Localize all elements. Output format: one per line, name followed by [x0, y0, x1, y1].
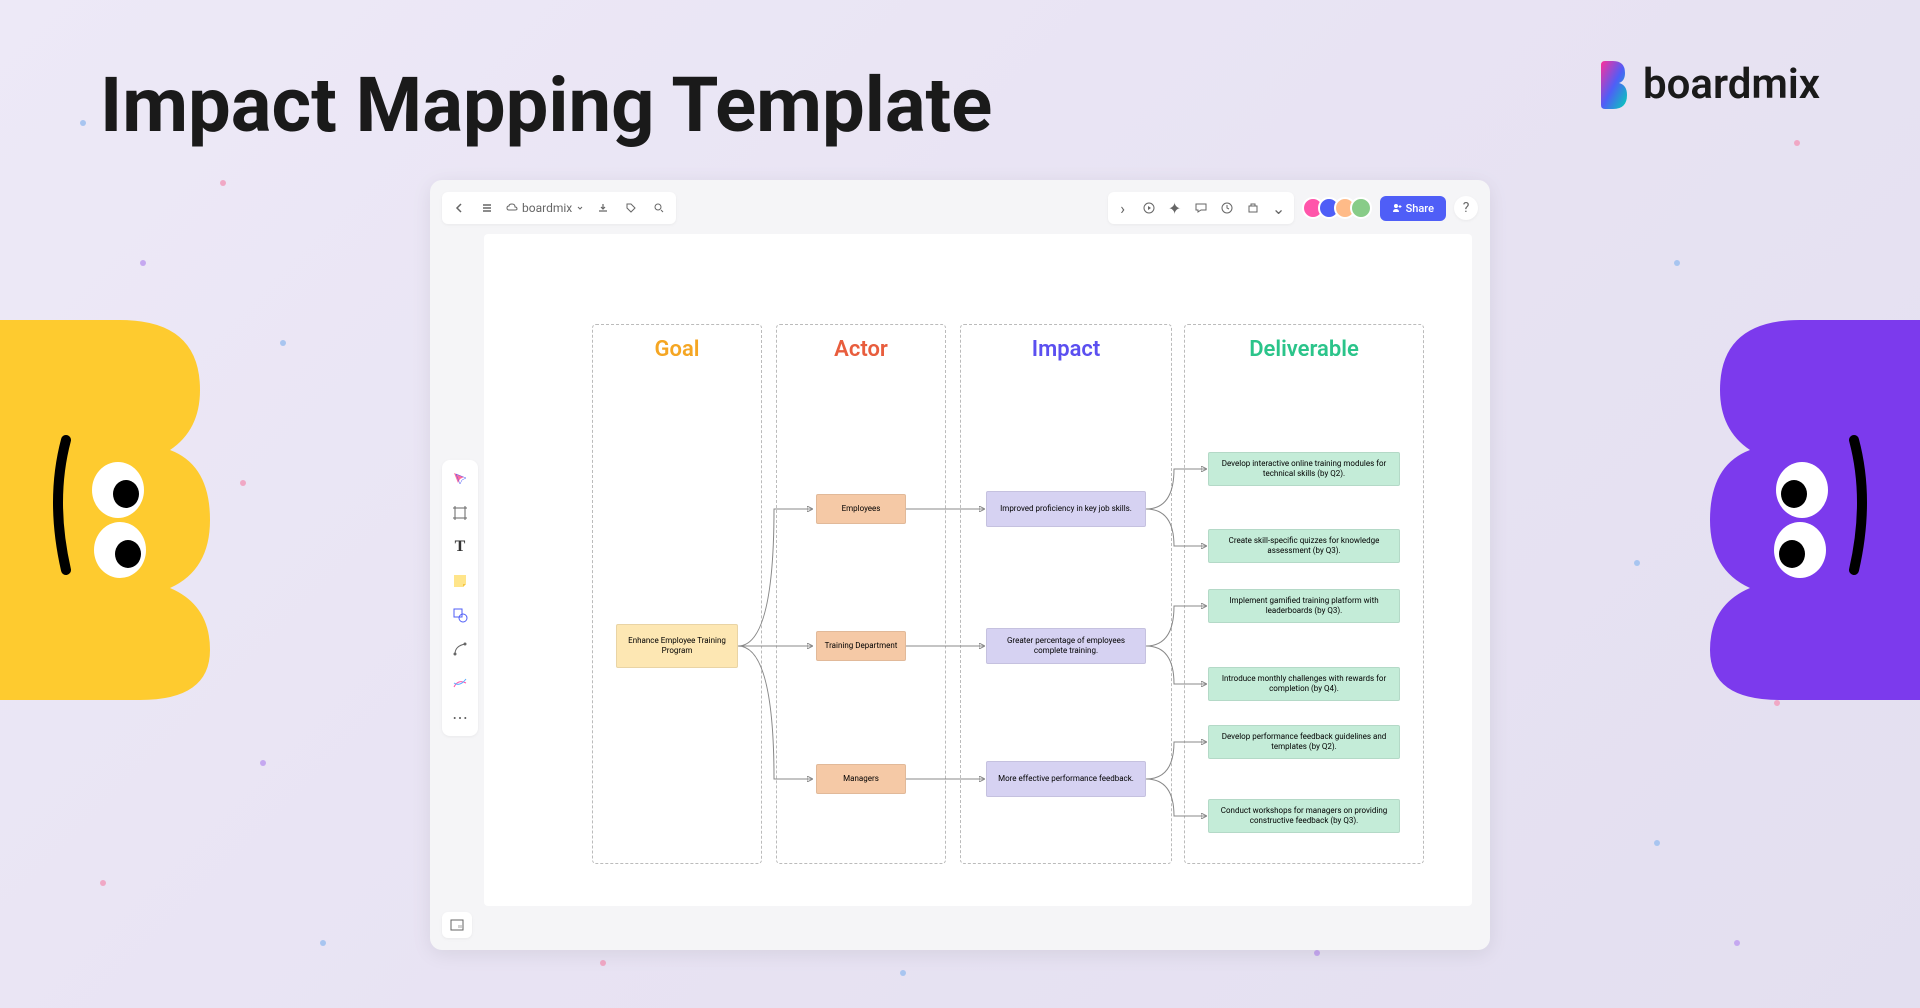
chevron-down-icon[interactable]: ⌄: [1270, 199, 1288, 217]
column-deliverable-title: Deliverable: [1185, 337, 1423, 362]
expand-icon[interactable]: ›: [1114, 199, 1132, 217]
brand-name: boardmix: [1643, 60, 1820, 109]
node-deliverable[interactable]: Introduce monthly challenges with reward…: [1208, 667, 1400, 701]
brand-logo-icon: [1591, 61, 1631, 109]
frame-tool[interactable]: [449, 502, 471, 524]
back-button[interactable]: [450, 199, 468, 217]
brand: boardmix: [1591, 60, 1820, 109]
node-goal[interactable]: Enhance Employee Training Program: [616, 624, 738, 668]
node-actor[interactable]: Training Department: [816, 631, 906, 661]
page-title: Impact Mapping Template: [100, 60, 992, 150]
toolbar-left: T ⋯: [442, 460, 478, 736]
mascot-left-icon: [0, 320, 260, 704]
share-button[interactable]: Share: [1380, 196, 1446, 221]
node-impact[interactable]: More effective performance feedback.: [986, 761, 1146, 797]
search-button[interactable]: [650, 199, 668, 217]
more-tools[interactable]: ⋯: [449, 706, 471, 728]
pen-tool[interactable]: [449, 672, 471, 694]
mascot-right-icon: [1660, 320, 1920, 704]
play-icon[interactable]: [1140, 199, 1158, 217]
template-icon[interactable]: [1244, 199, 1262, 217]
app-window: boardmix › ✦ ⌄ Share ? T: [430, 180, 1490, 950]
node-actor[interactable]: Employees: [816, 494, 906, 524]
help-button[interactable]: ?: [1454, 196, 1478, 220]
text-tool[interactable]: T: [449, 536, 471, 558]
node-deliverable[interactable]: Implement gamified training platform wit…: [1208, 589, 1400, 623]
node-deliverable[interactable]: Develop performance feedback guidelines …: [1208, 725, 1400, 759]
column-goal-title: Goal: [593, 337, 761, 362]
node-impact[interactable]: Improved proficiency in key job skills.: [986, 491, 1146, 527]
collaborator-avatars[interactable]: [1302, 197, 1372, 219]
cloud-icon: [506, 202, 518, 214]
sparkle-icon[interactable]: ✦: [1166, 199, 1184, 217]
file-name[interactable]: boardmix: [506, 201, 584, 215]
column-goal: Goal: [592, 324, 762, 864]
chevron-down-icon: [576, 204, 584, 212]
node-deliverable[interactable]: Develop interactive online training modu…: [1208, 452, 1400, 486]
select-tool[interactable]: [449, 468, 471, 490]
column-impact-title: Impact: [961, 337, 1171, 362]
person-plus-icon: [1392, 203, 1402, 213]
menu-button[interactable]: [478, 199, 496, 217]
sticky-note-tool[interactable]: [449, 570, 471, 592]
minimap-button[interactable]: [442, 912, 472, 938]
toolbar-top: boardmix: [442, 192, 676, 224]
node-actor[interactable]: Managers: [816, 764, 906, 794]
column-actor-title: Actor: [777, 337, 945, 362]
node-impact[interactable]: Greater percentage of employees complete…: [986, 628, 1146, 664]
shape-tool[interactable]: [449, 604, 471, 626]
node-deliverable[interactable]: Conduct workshops for managers on provid…: [1208, 799, 1400, 833]
download-button[interactable]: [594, 199, 612, 217]
history-icon[interactable]: [1218, 199, 1236, 217]
comment-icon[interactable]: [1192, 199, 1210, 217]
tag-button[interactable]: [622, 199, 640, 217]
node-deliverable[interactable]: Create skill-specific quizzes for knowle…: [1208, 529, 1400, 563]
connector-tool[interactable]: [449, 638, 471, 660]
toolbar-right: › ✦ ⌄ Share ?: [1108, 192, 1478, 224]
canvas[interactable]: Goal Actor Impact Deliverable: [484, 234, 1472, 906]
